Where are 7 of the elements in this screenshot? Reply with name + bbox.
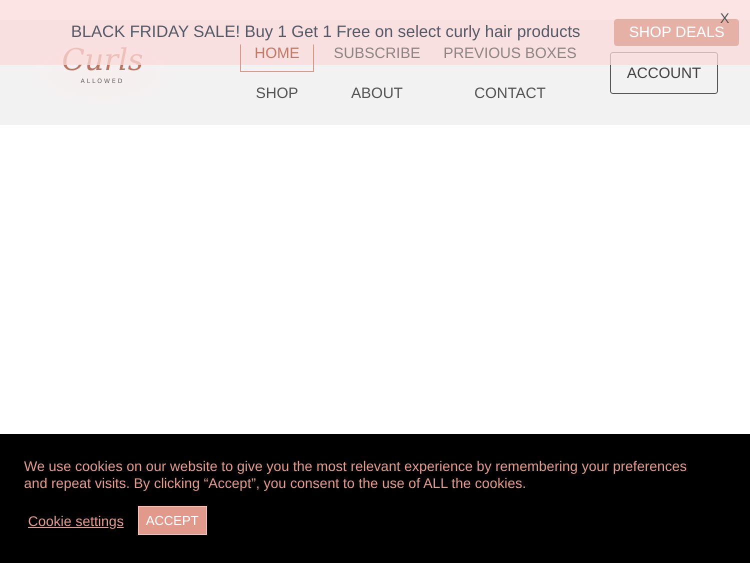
logo-wordmark: Curls — [62, 44, 144, 78]
nav-link[interactable]: ABOUT — [322, 78, 432, 108]
cookie-settings-link[interactable]: Cookie settings — [28, 512, 124, 528]
cookie-notice-text: We use cookies on our website to give you the most relevant experience by remembering your preferences and repeat visits. By clicking “Accept”, you consent to the use of ALL the cookies. — [24, 458, 688, 492]
nav-link[interactable]: SHOP — [240, 78, 314, 108]
promo-text: BLACK FRIDAY SALE! Buy 1 Get 1 Free on select curly hair products — [71, 23, 580, 42]
nav-link[interactable]: CONTACT — [440, 78, 580, 108]
